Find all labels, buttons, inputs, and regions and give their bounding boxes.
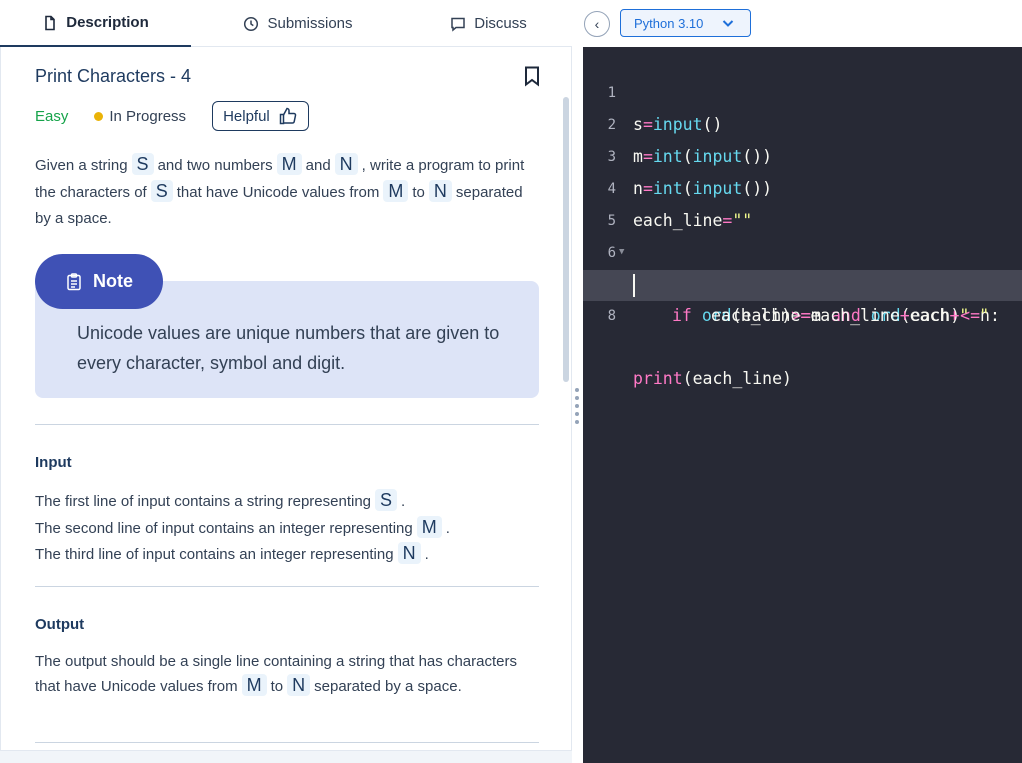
chat-icon [451,17,465,32]
note-text: Unicode values are unique numbers that a… [77,323,500,373]
tab-discuss-label: Discuss [474,15,527,32]
clock-icon [244,16,259,31]
output-text: to [270,678,284,695]
line-number: 8 [607,308,616,324]
input-text: The first line of input contains a strin… [35,493,372,510]
note-label: Note [93,271,133,291]
code-text: each_line=each_line+each+" " [711,306,990,325]
divider [35,742,539,743]
code-line[interactable]: 4 each_line="" [583,143,1022,230]
code-text: print(each_line) [633,369,792,388]
divider [35,586,539,587]
code-line[interactable]: 2 m=int(input()) [583,79,1022,166]
problem-meta: Easy In Progress Helpful [35,101,309,131]
input-text: The third line of input contains an inte… [35,546,394,563]
chevron-down-icon [723,20,734,27]
input-description: The first line of input contains a strin… [35,489,530,569]
tab-discuss[interactable]: Discuss [405,0,572,47]
input-text: The second line of input contains an int… [35,519,413,537]
tab-description[interactable]: Description [0,0,191,47]
output-heading: Output [35,616,85,633]
var-s-chip: S [131,153,154,175]
var-m-chip: M [416,515,442,538]
output-description: The output should be a single line conta… [35,649,530,699]
tab-submissions-label: Submissions [267,15,353,32]
tab-description-label: Description [66,14,149,31]
statement-text: to [412,183,425,201]
var-n-chip: N [287,674,311,696]
problem-statement: Given a string Sand two numbers Mand N, wri… [35,153,530,233]
var-s-chip: S [375,489,398,511]
output-text: separated by a space. [314,678,462,695]
panel-splitter[interactable] [572,0,583,763]
var-m-chip: M [383,179,409,202]
scrollbar[interactable] [563,97,569,382]
statement-text: Given a string [35,157,128,174]
helpful-label: Helpful [223,107,270,125]
language-select[interactable]: Python 3.10 [620,9,751,37]
thumbs-up-icon [279,107,297,125]
input-line-2: The second line of input contains an int… [35,515,530,543]
code-line[interactable]: 1 s=input() [583,47,1022,134]
divider [35,424,539,425]
statement-text: and two numbers [157,157,273,174]
status-badge: In Progress [94,108,186,125]
problem-panel: Description Submissions Discuss Print Ch… [0,0,572,763]
clipboard-icon [67,272,81,290]
status-label: In Progress [109,107,187,125]
period: . [401,493,406,510]
language-label: Python 3.10 [634,15,704,31]
code-line[interactable]: 7 each_line=each_line+each+" " [583,238,1022,325]
problem-title: Print Characters - 4 [35,66,192,86]
input-line-1: The first line of input contains a strin… [35,489,530,516]
input-heading: Input [35,454,72,471]
text-cursor [633,274,635,297]
code-editor[interactable]: 1 s=input() 2 m=int(input()) 3 n=int(inp… [583,47,1022,763]
var-n-chip: N [334,153,358,175]
collapse-button[interactable]: ‹ [584,11,610,37]
helpful-button[interactable]: Helpful [212,101,309,131]
input-line-3: The third line of input contains an inte… [35,542,530,569]
var-m-chip: M [241,674,267,696]
status-dot-icon [94,111,104,121]
period: . [424,546,429,563]
var-n-chip: N [397,542,421,564]
bookmark-icon[interactable] [521,65,543,87]
var-s-chip: S [150,179,173,202]
drag-handle-icon[interactable] [575,388,579,428]
var-m-chip: M [276,153,302,175]
code-line[interactable]: 5 ▼ for each in s: [583,175,1022,293]
code-line[interactable]: 6 ▼ if ord(each)>=m and ord(each)<=n: [583,207,1022,325]
document-icon [45,15,56,30]
statement-text: that have Unicode values from [176,183,380,201]
code-line[interactable]: 3 n=int(input()) [583,111,1022,198]
description-content: Print Characters - 4 Easy In Progress He… [0,47,572,751]
code-line-active[interactable]: 8 print(each_line) [583,270,1022,388]
chevron-left-icon: ‹ [594,16,600,32]
note-badge: Note [35,254,163,309]
tab-submissions[interactable]: Submissions [191,0,405,47]
var-n-chip: N [428,179,452,202]
period: . [445,519,450,537]
statement-text: and [305,157,331,174]
difficulty-badge: Easy [35,107,69,125]
tab-bar: Description Submissions Discuss [0,0,572,47]
